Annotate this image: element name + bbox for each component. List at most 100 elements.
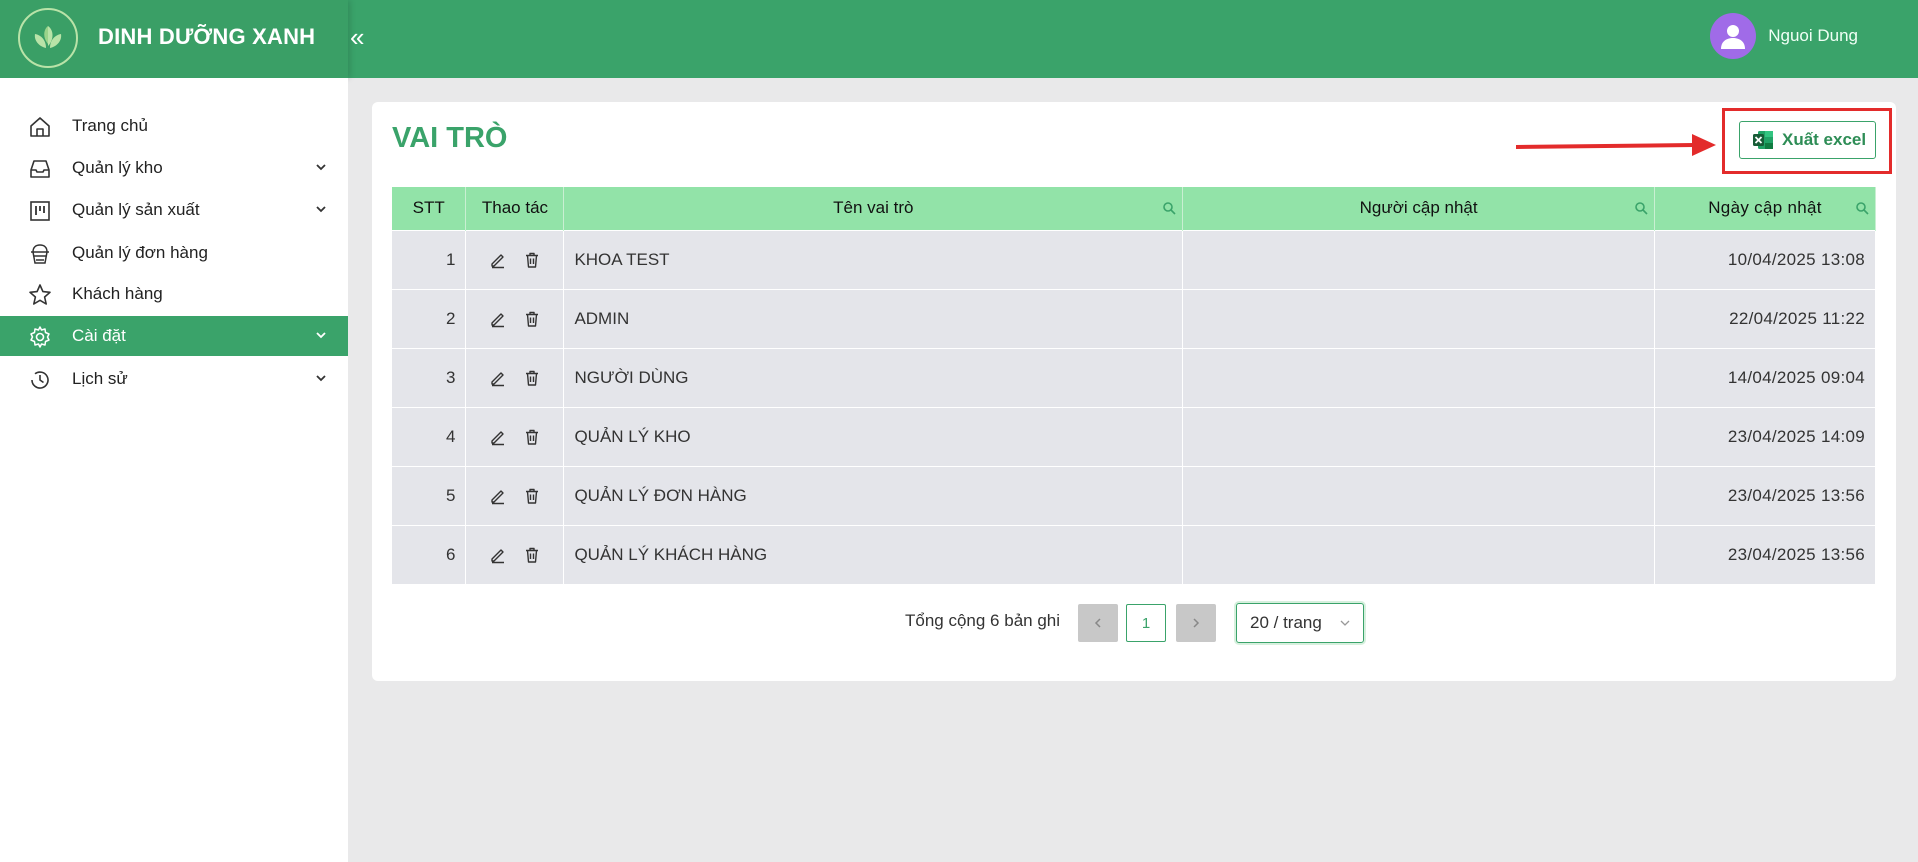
column-header-label: Tên vai trò (833, 198, 914, 218)
sidebar-item-history[interactable]: Lịch sử (0, 359, 348, 399)
sidebar-item-label: Cài đặt (72, 326, 126, 345)
sidebar-item-home[interactable]: Trang chủ (0, 106, 348, 146)
sidebar-item-label: Khách hàng (72, 284, 163, 303)
chevron-down-icon (316, 164, 326, 171)
cell-updated-by (1182, 288, 1656, 348)
column-header-label: Người cập nhật (1359, 198, 1478, 218)
user-menu[interactable]: Nguoi Dung (1710, 13, 1858, 59)
chevron-right-icon (1193, 618, 1200, 628)
cell-updated-at: 14/04/2025 09:04 (1654, 347, 1876, 407)
edit-icon[interactable] (489, 369, 507, 387)
cell-stt: 5 (392, 465, 467, 525)
table-row: 6 QUẢN LÝ KHÁCH HÀNG 23/04/2025 13:56 (392, 524, 1876, 584)
column-header-actions: Thao tác (465, 187, 565, 230)
delete-icon[interactable] (523, 310, 541, 328)
user-icon (1721, 25, 1746, 49)
cell-actions (465, 465, 565, 525)
roles-table: STT Thao tác Tên vai trò Người cập nhật … (392, 187, 1876, 584)
avatar[interactable] (1710, 13, 1757, 59)
chevron-down-icon (1340, 620, 1350, 626)
column-header-role-name: Tên vai trò (563, 187, 1184, 230)
sidebar-item-settings[interactable]: Cài đặt (0, 316, 348, 356)
delete-icon[interactable] (523, 369, 541, 387)
chevron-left-icon (1094, 618, 1101, 628)
cell-stt: 3 (392, 347, 467, 407)
cell-actions (465, 229, 565, 289)
clock-icon (31, 371, 49, 389)
cell-role-name: QUẢN LÝ KHÁCH HÀNG (563, 524, 1184, 584)
sidebar-item-warehouse[interactable]: Quản lý kho (0, 148, 348, 188)
cell-updated-at: 23/04/2025 14:09 (1654, 406, 1876, 466)
sidebar-item-label: Trang chủ (72, 116, 148, 135)
cell-role-name: KHOA TEST (563, 229, 1184, 289)
delete-icon[interactable] (523, 546, 541, 564)
search-icon[interactable] (1634, 201, 1648, 215)
search-icon[interactable] (1162, 201, 1176, 215)
cell-updated-by (1182, 347, 1656, 407)
page-size-select[interactable]: 20 / trang (1236, 603, 1364, 643)
cell-role-name: QUẢN LÝ KHO (563, 406, 1184, 466)
edit-icon[interactable] (489, 428, 507, 446)
delete-icon[interactable] (523, 428, 541, 446)
column-header-updated-by: Người cập nhật (1182, 187, 1656, 230)
cell-updated-by (1182, 524, 1656, 584)
pagination: Tổng cộng 6 bản ghi 1 20 / trang (372, 603, 1896, 643)
sidebar-item-customers[interactable]: Khách hàng (0, 274, 348, 314)
chevron-down-icon (316, 332, 326, 339)
table-row: 1 KHOA TEST 10/04/2025 13:08 (392, 229, 1876, 289)
project-icon (30, 201, 50, 221)
total-records: Tổng cộng 6 bản ghi (905, 611, 1061, 630)
next-page-button[interactable] (1176, 604, 1216, 642)
brand-area: DINH DƯỠNG XANH (0, 0, 348, 78)
cell-stt: 4 (392, 406, 467, 466)
cell-updated-at: 23/04/2025 13:56 (1654, 524, 1876, 584)
cell-role-name: ADMIN (563, 288, 1184, 348)
cell-actions (465, 288, 565, 348)
search-icon[interactable] (1855, 201, 1869, 215)
sidebar-item-label: Quản lý đơn hàng (72, 243, 208, 262)
cell-role-name: QUẢN LÝ ĐƠN HÀNG (563, 465, 1184, 525)
cell-stt: 6 (392, 524, 467, 584)
cell-updated-at: 10/04/2025 13:08 (1654, 229, 1876, 289)
sidebar-item-orders[interactable]: Quản lý đơn hàng (0, 233, 348, 273)
delete-icon[interactable] (523, 487, 541, 505)
star-icon (29, 284, 51, 305)
excel-icon (1753, 131, 1773, 149)
cell-updated-by (1182, 406, 1656, 466)
leaf-logo-icon (18, 8, 78, 68)
cell-updated-by (1182, 465, 1656, 525)
cell-actions (465, 524, 565, 584)
cell-actions (465, 347, 565, 407)
edit-icon[interactable] (489, 310, 507, 328)
delete-icon[interactable] (523, 251, 541, 269)
export-excel-button[interactable]: Xuất excel (1739, 121, 1876, 159)
sidebar-item-label: Quản lý kho (72, 158, 163, 177)
edit-icon[interactable] (489, 251, 507, 269)
cell-stt: 2 (392, 288, 467, 348)
inbox-icon (30, 160, 50, 178)
prev-page-button[interactable] (1078, 604, 1118, 642)
annotation-arrow (1516, 134, 1716, 156)
cell-updated-at: 23/04/2025 13:56 (1654, 465, 1876, 525)
page-button-1[interactable]: 1 (1126, 604, 1166, 642)
chevron-down-icon (316, 206, 326, 213)
home-icon (30, 117, 50, 137)
sidebar-item-label: Quản lý sản xuất (72, 200, 200, 219)
table-row: 3 NGƯỜI DÙNG 14/04/2025 09:04 (392, 347, 1876, 407)
column-header-updated-at: Ngày cập nhật (1654, 187, 1876, 230)
edit-icon[interactable] (489, 546, 507, 564)
double-chevron-left-icon[interactable]: « (350, 22, 364, 53)
order-icon (31, 244, 49, 264)
sidebar-item-production[interactable]: Quản lý sản xuất (0, 190, 348, 230)
cell-updated-at: 22/04/2025 11:22 (1654, 288, 1876, 348)
table-row: 2 ADMIN 22/04/2025 11:22 (392, 288, 1876, 348)
edit-icon[interactable] (489, 487, 507, 505)
table-header-row: STT Thao tác Tên vai trò Người cập nhật … (392, 187, 1876, 230)
page-title: VAI TRÒ (392, 122, 508, 154)
top-header: DINH DƯỠNG XANH « Nguoi Dung (0, 0, 1918, 78)
cell-stt: 1 (392, 229, 467, 289)
cell-updated-by (1182, 229, 1656, 289)
sidebar-item-label: Lịch sử (72, 369, 128, 388)
user-name: Nguoi Dung (1768, 26, 1858, 45)
cell-actions (465, 406, 565, 466)
